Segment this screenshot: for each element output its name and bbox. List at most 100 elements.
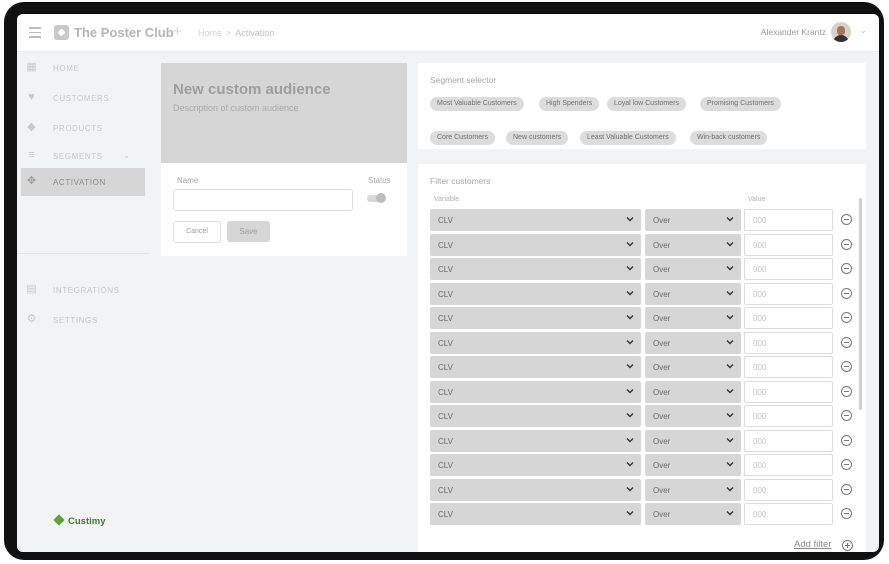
remove-filter-icon[interactable] (841, 287, 852, 299)
segment-chip[interactable]: Loyal low Customers (607, 97, 686, 111)
operator-select[interactable]: Over (645, 380, 741, 403)
operator-select[interactable]: Over (645, 405, 741, 427)
chevron-down-icon (626, 413, 634, 418)
scrollbar[interactable] (859, 198, 862, 410)
filter-row: CLV Over 000 (430, 405, 852, 427)
operator-select[interactable]: Over (645, 454, 741, 476)
operator-select[interactable]: Over (645, 503, 741, 525)
value-input[interactable]: 000 (744, 454, 833, 476)
remove-filter-icon[interactable] (841, 459, 852, 470)
audience-description[interactable]: Description of custom audience (173, 103, 299, 113)
value-input[interactable]: 000 (744, 356, 833, 378)
remove-filter-icon[interactable] (841, 434, 852, 446)
variable-select[interactable]: CLV (430, 258, 641, 280)
custimy-gem-icon (53, 514, 65, 526)
segment-chip[interactable]: Promising Customers (700, 97, 781, 111)
operator-select[interactable]: Over (645, 258, 741, 280)
remove-filter-icon[interactable] (841, 385, 852, 397)
chevron-down-icon[interactable]: ⌄ (859, 25, 867, 36)
value-input[interactable]: 000 (744, 380, 833, 403)
add-workspace-icon[interactable]: + (173, 23, 182, 40)
variable-select[interactable]: CLV (430, 209, 641, 231)
variable-select[interactable]: CLV (430, 307, 641, 329)
move-icon: ✥ (26, 175, 37, 187)
variable-select[interactable]: CLV (430, 503, 641, 525)
variable-select[interactable]: CLV (430, 405, 641, 427)
value-input[interactable]: 000 (744, 307, 833, 329)
chevron-down-icon (726, 315, 734, 320)
hamburger-menu-icon[interactable] (29, 27, 41, 41)
add-circle-icon[interactable] (842, 540, 853, 551)
chevron-down-icon (726, 486, 734, 491)
variable-select[interactable]: CLV (430, 454, 641, 476)
remove-filter-icon[interactable] (841, 336, 852, 348)
operator-select[interactable]: Over (645, 209, 741, 231)
sidebar-item-integrations[interactable]: ▤ INTEGRATIONS (17, 276, 145, 304)
operator-select[interactable]: Over (645, 307, 741, 329)
remove-filter-icon[interactable] (841, 483, 852, 495)
value-input[interactable]: 000 (744, 258, 833, 280)
variable-select[interactable]: CLV (430, 478, 641, 501)
variable-select[interactable]: CLV (430, 380, 641, 403)
remove-filter-icon[interactable] (841, 312, 852, 323)
value-input[interactable]: 000 (744, 209, 833, 231)
value-input[interactable]: 000 (744, 478, 833, 501)
variable-select[interactable]: CLV (430, 233, 641, 256)
variable-select[interactable]: CLV (430, 356, 641, 378)
segment-chip[interactable]: Win-back customers (690, 131, 768, 145)
value-input[interactable]: 000 (744, 405, 833, 427)
chevron-down-icon (726, 511, 734, 516)
segment-chip[interactable]: High Spenders (539, 97, 600, 111)
segment-chip[interactable]: Least Valuable Customers (580, 131, 676, 145)
brand-name[interactable]: The Poster Club (74, 25, 174, 40)
user-name[interactable]: Alexander Krantz (761, 27, 826, 37)
variable-select[interactable]: CLV (430, 331, 641, 354)
operator-select[interactable]: Over (645, 356, 741, 378)
operator-select[interactable]: Over (645, 282, 741, 305)
value-placeholder: 000 (753, 289, 767, 299)
cancel-button[interactable]: Cancel (173, 221, 221, 243)
sidebar-item-activation[interactable]: ✥ ACTIVATION (21, 168, 145, 196)
sidebar-item-products[interactable]: ◆ PRODUCTS (17, 114, 145, 142)
remove-filter-icon[interactable] (841, 361, 852, 372)
sidebar-item-segments[interactable]: ≡ SEGMENTS ⌄ (17, 142, 145, 170)
operator-value: Over (653, 240, 671, 250)
page-title[interactable]: New custom audience (173, 81, 331, 98)
segment-chip[interactable]: Most Valuable Customers (430, 97, 524, 111)
remove-filter-icon[interactable] (841, 214, 852, 225)
device-frame: The Poster Club + Home > Activation Alexan… (4, 2, 884, 560)
sidebar-item-home[interactable]: ▦ HOME (17, 54, 145, 82)
value-input[interactable]: 000 (744, 282, 833, 305)
value-placeholder: 000 (753, 314, 767, 323)
value-input[interactable]: 000 (744, 429, 833, 452)
value-input[interactable]: 000 (744, 233, 833, 256)
segment-chip[interactable]: Core Customers (430, 131, 495, 145)
value-input[interactable]: 000 (744, 503, 833, 525)
variable-select[interactable]: CLV (430, 429, 641, 452)
value-input[interactable]: 000 (744, 331, 833, 354)
operator-select[interactable]: Over (645, 233, 741, 256)
value-placeholder: 000 (753, 265, 767, 274)
breadcrumb-home[interactable]: Home (198, 28, 222, 38)
add-filter-link[interactable]: Add filter (794, 539, 832, 550)
remove-filter-icon[interactable] (841, 263, 852, 274)
save-button[interactable]: Save (227, 221, 270, 242)
segment-chip[interactable]: New customers (506, 131, 569, 145)
operator-value: Over (653, 338, 671, 348)
avatar[interactable] (831, 22, 851, 42)
operator-select[interactable]: Over (645, 429, 741, 452)
remove-filter-icon[interactable] (841, 410, 852, 421)
value-placeholder: 000 (753, 436, 767, 446)
operator-select[interactable]: Over (645, 331, 741, 354)
chevron-down-icon[interactable]: ⌄ (123, 151, 130, 160)
variable-value: CLV (438, 240, 453, 250)
name-input[interactable] (173, 189, 353, 211)
clipboard-icon: ▤ (26, 283, 37, 295)
variable-select[interactable]: CLV (430, 282, 641, 305)
sidebar-item-settings[interactable]: ⚙ SETTINGS (17, 306, 145, 334)
status-toggle[interactable] (367, 193, 386, 203)
operator-select[interactable]: Over (645, 478, 741, 501)
remove-filter-icon[interactable] (841, 508, 852, 519)
sidebar-item-customers[interactable]: ♥ CUSTOMERS (17, 84, 145, 112)
remove-filter-icon[interactable] (841, 238, 852, 250)
